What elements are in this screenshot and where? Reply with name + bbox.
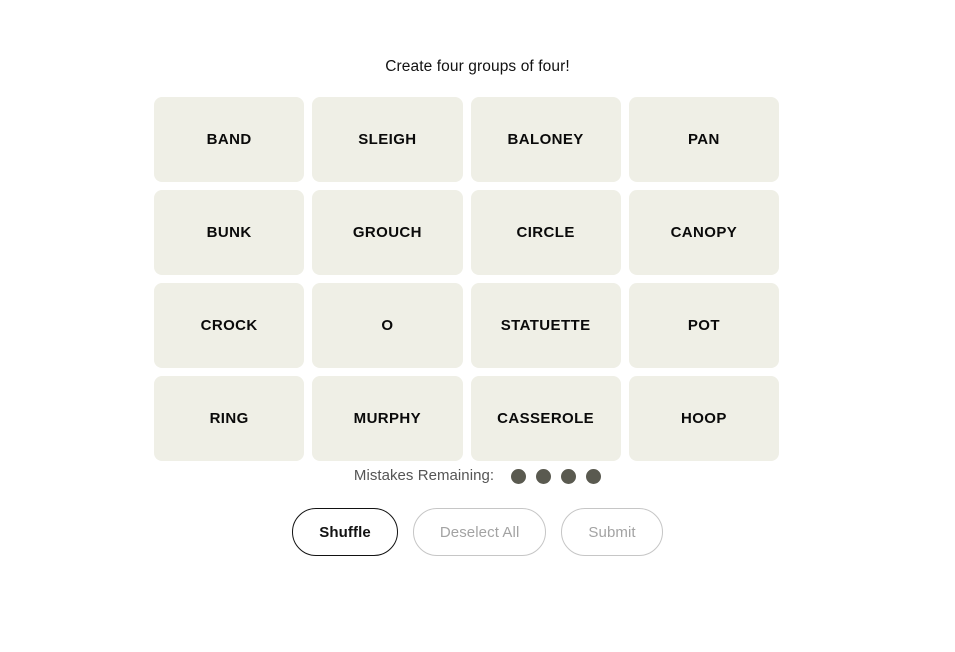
mistakes-remaining-label: Mistakes Remaining: — [353, 467, 495, 484]
word-grid: BAND SLEIGH BALONEY PAN BUNK GROUCH CIRC… — [154, 97, 779, 461]
word-tile-label: CASSEROLE — [497, 409, 595, 427]
word-tile[interactable]: CROCK — [154, 283, 305, 368]
mistake-dot — [536, 468, 552, 484]
word-tile[interactable]: PAN — [628, 97, 779, 182]
mistake-dot — [511, 468, 527, 484]
mistakes-remaining-row: Mistakes Remaining: — [0, 465, 955, 487]
mistake-dot — [561, 468, 577, 484]
word-tile-label: BALONEY — [507, 130, 584, 148]
mistakes-dots — [511, 468, 602, 484]
word-tile-label: SLEIGH — [358, 130, 417, 148]
word-tile-label: STATUETTE — [500, 316, 591, 334]
word-tile-label: GROUCH — [352, 223, 422, 241]
word-tile[interactable]: O — [312, 283, 463, 368]
word-tile-label: RING — [209, 409, 249, 427]
word-tile-label: CANOPY — [670, 223, 738, 241]
deselect-all-button[interactable]: Deselect All — [412, 508, 547, 556]
word-tile-label: PAN — [687, 130, 720, 148]
game-controls: Shuffle Deselect All Submit — [0, 508, 955, 556]
word-tile[interactable]: CANOPY — [628, 190, 779, 275]
word-tile[interactable]: BALONEY — [470, 97, 621, 182]
mistake-dot — [586, 468, 602, 484]
word-tile-label: O — [381, 316, 394, 334]
word-tile[interactable]: BUNK — [154, 190, 305, 275]
word-tile[interactable]: POT — [628, 283, 779, 368]
page-title: Create four groups of four! — [385, 58, 570, 75]
word-tile[interactable]: MURPHY — [312, 376, 463, 461]
word-tile[interactable]: STATUETTE — [470, 283, 621, 368]
submit-button[interactable]: Submit — [561, 508, 663, 556]
word-tile-label: POT — [687, 316, 720, 334]
connections-game-page: Create four groups of four! BAND SLEIGH … — [0, 0, 955, 652]
word-tile-label: HOOP — [680, 409, 727, 427]
word-tile[interactable]: CIRCLE — [470, 190, 621, 275]
shuffle-button[interactable]: Shuffle — [292, 508, 398, 556]
word-tile[interactable]: SLEIGH — [312, 97, 463, 182]
word-tile[interactable]: CASSEROLE — [470, 376, 621, 461]
word-tile[interactable]: HOOP — [628, 376, 779, 461]
word-tile[interactable]: BAND — [154, 97, 305, 182]
word-tile[interactable]: RING — [154, 376, 305, 461]
word-tile-label: BUNK — [206, 223, 252, 241]
word-tile-label: CROCK — [200, 316, 258, 334]
word-tile-label: BAND — [206, 130, 252, 148]
word-tile[interactable]: GROUCH — [312, 190, 463, 275]
word-tile-label: MURPHY — [353, 409, 422, 427]
word-tile-label: CIRCLE — [516, 223, 575, 241]
